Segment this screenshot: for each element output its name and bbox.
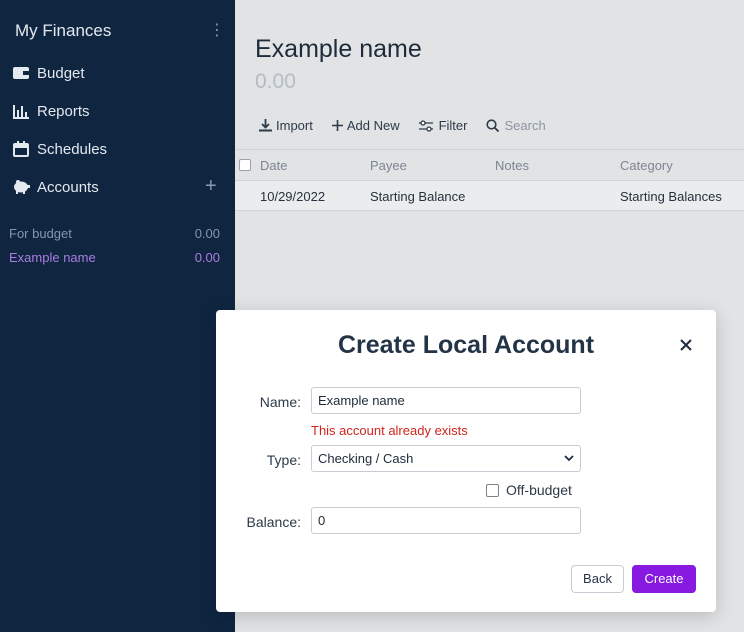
nav-accounts[interactable]: Accounts xyxy=(12,178,99,196)
wallet-icon xyxy=(12,64,30,82)
import-button[interactable]: Import xyxy=(259,118,313,133)
account-name: Example name xyxy=(9,250,96,265)
nav-schedules[interactable]: Schedules xyxy=(12,140,107,158)
nav-accounts-label: Accounts xyxy=(37,178,99,196)
checkbox-box[interactable] xyxy=(486,483,499,497)
type-label: Type: xyxy=(266,452,301,468)
sidebar: My Finances ⋮ Budget Reports Schedules A… xyxy=(0,0,235,632)
plus-icon xyxy=(331,120,343,131)
import-label: Import xyxy=(276,118,313,133)
table-header: Date Payee Notes Category xyxy=(235,149,744,181)
cell-date[interactable]: 10/29/2022 xyxy=(260,189,325,204)
name-label: Name: xyxy=(259,394,301,410)
piggy-bank-icon xyxy=(12,178,30,196)
table-row[interactable]: 10/29/2022 Starting Balance Starting Bal… xyxy=(235,181,744,211)
filter-button[interactable]: Filter xyxy=(418,118,468,133)
more-options-icon[interactable]: ⋮ xyxy=(209,22,225,40)
toolbar: Import Add New Filter Search xyxy=(259,118,546,133)
column-payee[interactable]: Payee xyxy=(370,158,407,173)
name-error-message: This account already exists xyxy=(311,423,468,438)
back-button[interactable]: Back xyxy=(571,565,624,593)
nav-reports-label: Reports xyxy=(37,102,90,120)
column-category[interactable]: Category xyxy=(620,158,673,173)
add-new-button[interactable]: Add New xyxy=(331,118,400,133)
account-balance-display: 0.00 xyxy=(255,70,296,93)
calendar-icon xyxy=(12,140,30,158)
add-account-icon[interactable]: + xyxy=(205,176,217,196)
account-item-example-name[interactable]: Example name 0.00 xyxy=(9,250,220,265)
off-budget-label: Off-budget xyxy=(506,482,572,498)
nav-budget[interactable]: Budget xyxy=(12,64,85,82)
filter-label: Filter xyxy=(438,118,468,133)
column-date[interactable]: Date xyxy=(260,158,287,173)
search-icon xyxy=(486,119,500,132)
off-budget-checkbox[interactable]: Off-budget xyxy=(486,482,572,498)
account-balance: 0.00 xyxy=(194,226,220,241)
close-icon[interactable] xyxy=(678,337,694,353)
add-new-label: Add New xyxy=(346,118,400,133)
balance-label: Balance: xyxy=(246,514,301,530)
account-item-for-budget[interactable]: For budget 0.00 xyxy=(9,226,220,241)
cell-category[interactable]: Starting Balances xyxy=(620,189,722,204)
account-title[interactable]: Example name xyxy=(255,35,422,64)
chevron-down-icon xyxy=(564,455,574,462)
account-name: For budget xyxy=(9,226,72,241)
balance-field[interactable]: 0 xyxy=(311,507,581,534)
nav-reports[interactable]: Reports xyxy=(12,102,90,120)
select-all-checkbox[interactable] xyxy=(239,159,251,171)
name-field[interactable]: Example name xyxy=(311,387,581,414)
filter-icon xyxy=(418,119,433,132)
create-button[interactable]: Create xyxy=(632,565,696,593)
budget-title[interactable]: My Finances xyxy=(15,21,111,41)
modal-title: Create Local Account xyxy=(337,331,595,359)
cell-payee[interactable]: Starting Balance xyxy=(370,189,465,204)
search-input[interactable]: Search xyxy=(486,118,546,133)
search-placeholder: Search xyxy=(504,118,546,133)
create-account-modal: Create Local Account Name: Example name … xyxy=(216,310,716,612)
account-balance: 0.00 xyxy=(194,250,220,265)
bar-chart-icon xyxy=(12,102,30,120)
download-icon xyxy=(259,119,272,132)
nav-budget-label: Budget xyxy=(37,64,85,82)
nav-schedules-label: Schedules xyxy=(37,140,108,158)
type-select[interactable]: Checking / Cash xyxy=(311,445,581,472)
column-notes[interactable]: Notes xyxy=(495,158,529,173)
type-selected-value: Checking / Cash xyxy=(318,451,414,466)
